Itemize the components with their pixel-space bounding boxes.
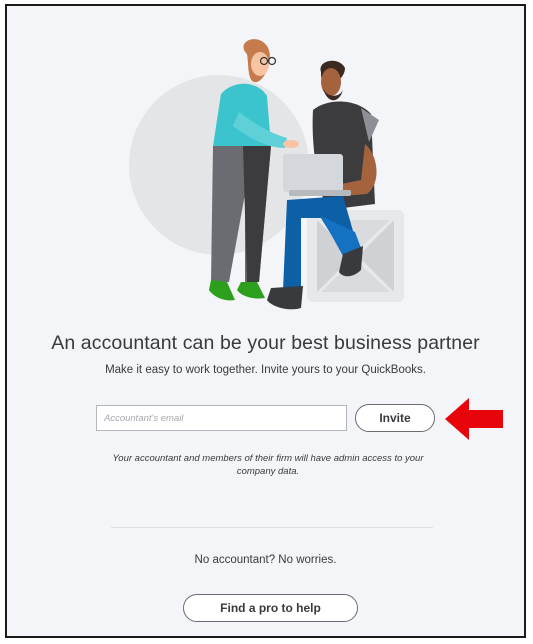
page-subtitle: Make it easy to work together. Invite yo… [105,364,426,376]
no-accountant-text: No accountant? No worries. [194,554,337,566]
invite-accountant-panel: An accountant can be your best business … [5,4,526,638]
left-pointing-red-arrow-icon [445,398,503,440]
accountant-collaboration-illustration [129,39,404,310]
invite-button[interactable]: Invite [355,404,435,432]
find-a-pro-button[interactable]: Find a pro to help [183,594,358,622]
admin-access-note: Your accountant and members of their fir… [112,453,424,477]
page-title: An accountant can be your best business … [51,332,480,354]
accountant-email-input[interactable] [96,405,347,431]
section-divider [111,527,433,528]
